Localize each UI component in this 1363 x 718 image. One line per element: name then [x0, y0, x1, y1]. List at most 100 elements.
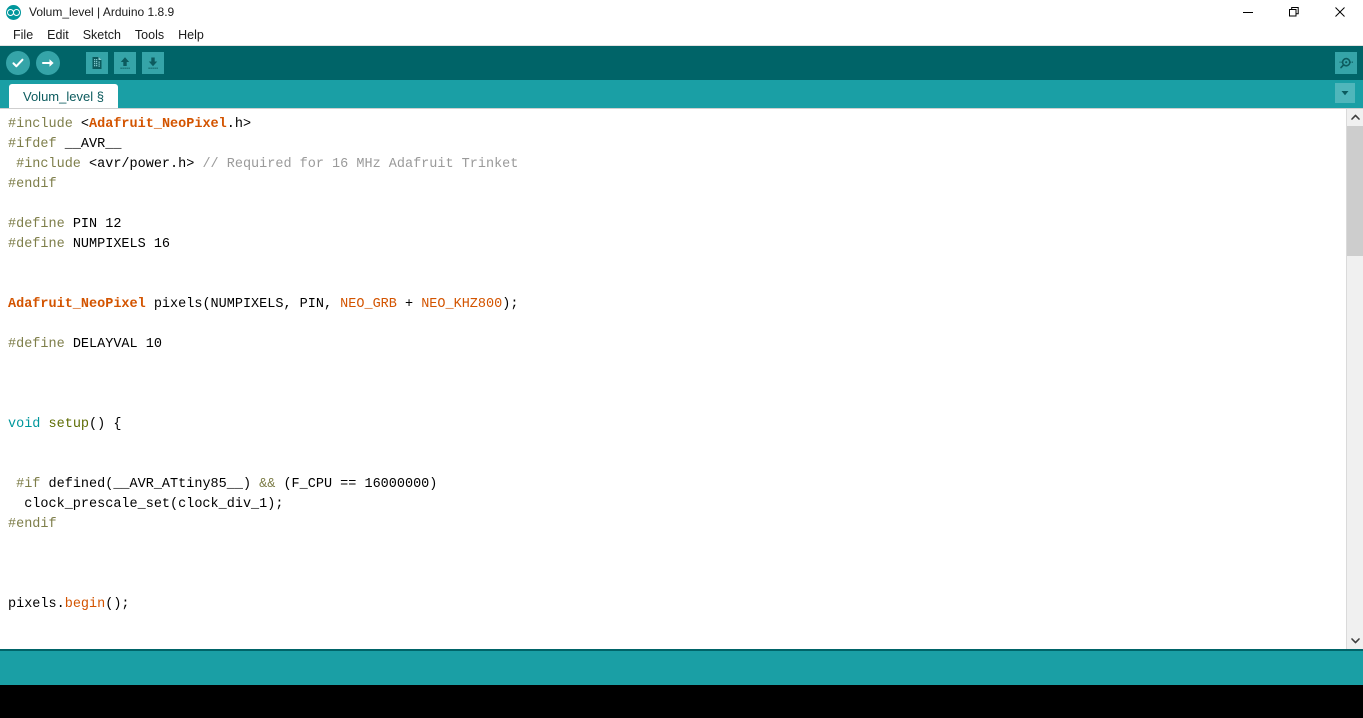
menu-bar: File Edit Sketch Tools Help: [0, 24, 1363, 46]
arduino-logo-icon: [6, 4, 21, 20]
code-token: <: [80, 117, 90, 132]
code-line: pixels.begin();: [8, 595, 1346, 615]
maximize-button[interactable]: [1271, 0, 1317, 24]
code-token: () {: [89, 417, 122, 432]
code-token: #ifdef: [8, 137, 65, 152]
menu-item-file[interactable]: File: [6, 26, 40, 44]
code-token: Adafruit_NeoPixel: [8, 297, 146, 312]
scrollbar-thumb[interactable]: [1347, 126, 1363, 256]
serial-monitor-button[interactable]: [1335, 52, 1357, 74]
arrow-down-icon: [148, 57, 158, 69]
code-token: #define: [8, 237, 73, 252]
code-line: clock_prescale_set(clock_div_1);: [8, 495, 1346, 515]
close-button[interactable]: [1317, 0, 1363, 24]
arrow-up-icon: [120, 57, 130, 69]
code-token: PIN 12: [72, 217, 122, 232]
toolbar-main-group: [6, 51, 164, 75]
scroll-down-button[interactable]: [1347, 631, 1363, 649]
code-line: #if defined(__AVR_ATtiny85__) && (F_CPU …: [8, 475, 1346, 495]
restore-icon: [1289, 7, 1299, 17]
code-token: begin: [64, 597, 106, 612]
code-token: #endif: [8, 517, 57, 532]
toolbar: [0, 46, 1363, 80]
code-token: (F_CPU == 16000000): [275, 477, 438, 492]
window-controls: [1225, 0, 1363, 24]
arrow-right-icon: [41, 59, 54, 67]
code-token: .h>: [226, 117, 252, 132]
code-token: __AVR__: [64, 137, 122, 152]
code-token: +: [396, 297, 422, 312]
menu-item-edit[interactable]: Edit: [40, 26, 76, 44]
title-bar-left: Volum_level | Arduino 1.8.9: [0, 4, 174, 20]
code-token: #include: [8, 117, 81, 132]
code-token: pixels(NUMPIXELS, PIN,: [145, 297, 341, 312]
arduino-ide-window: Volum_level | Arduino 1.8.9 File Edit Sk…: [0, 0, 1363, 718]
code-token: <avr/power.h>: [89, 157, 203, 172]
menu-item-tools[interactable]: Tools: [128, 26, 171, 44]
editor-vertical-scrollbar[interactable]: [1346, 109, 1363, 649]
code-line: void setup() {: [8, 415, 1346, 435]
tab-bar: Volum_level §: [0, 80, 1363, 108]
tab-menu-button[interactable]: [1335, 83, 1355, 103]
scrollbar-track[interactable]: [1347, 126, 1363, 632]
code-line: #endif: [8, 515, 1346, 535]
chevron-down-icon: [1341, 91, 1349, 96]
editor-area: #include < Adafruit_NeoPixel .h> #ifdef __A…: [0, 108, 1363, 649]
code-token: #include: [8, 157, 90, 172]
code-token: ();: [105, 597, 130, 612]
menu-item-help[interactable]: Help: [171, 26, 211, 44]
code-token: NEO_GRB: [340, 297, 397, 312]
code-token: void: [8, 417, 41, 432]
code-token: defined(__AVR_ATtiny85__): [48, 477, 260, 492]
code-token: #define: [8, 337, 73, 352]
minimize-icon: [1243, 12, 1253, 13]
magnifier-icon: [1339, 57, 1353, 69]
scroll-up-button[interactable]: [1347, 109, 1363, 126]
verify-button[interactable]: [6, 51, 30, 75]
open-button[interactable]: [114, 52, 136, 74]
close-icon: [1335, 7, 1345, 17]
code-line: #define PIN 12: [8, 215, 1346, 235]
upload-button[interactable]: [36, 51, 60, 75]
code-token: #define: [8, 217, 73, 232]
code-token: setup: [48, 417, 90, 432]
code-token: #if: [8, 477, 49, 492]
code-line: Adafruit_NeoPixel pixels(NUMPIXELS, PIN,…: [8, 295, 1346, 315]
code-line: #endif: [8, 175, 1346, 195]
status-bar: [0, 648, 1363, 685]
code-line: #include <avr/power.h> // Required for 1…: [8, 155, 1346, 175]
code-token: pixels.: [8, 597, 65, 612]
chevron-down-icon: [1350, 637, 1360, 643]
code-line: #define NUMPIXELS 16: [8, 235, 1346, 255]
code-token: &&: [259, 477, 276, 492]
code-token: );: [502, 297, 519, 312]
check-icon: [12, 58, 24, 68]
tab-volum-level[interactable]: Volum_level §: [9, 84, 118, 108]
code-line: #define DELAYVAL 10: [8, 335, 1346, 355]
new-file-icon: [92, 57, 102, 69]
minimize-button[interactable]: [1225, 0, 1271, 24]
chevron-up-icon: [1350, 114, 1360, 120]
code-token: clock_prescale_set(clock_div_1);: [8, 497, 284, 512]
code-token: #endif: [8, 177, 57, 192]
code-token: DELAYVAL 10: [72, 337, 162, 352]
console-output: [0, 684, 1363, 718]
code-token: NEO_KHZ800: [421, 297, 503, 312]
save-button[interactable]: [142, 52, 164, 74]
code-editor[interactable]: #include < Adafruit_NeoPixel .h> #ifdef __A…: [0, 109, 1346, 649]
menu-item-sketch[interactable]: Sketch: [76, 26, 128, 44]
code-line: #ifdef __AVR__: [8, 135, 1346, 155]
new-button[interactable]: [86, 52, 108, 74]
